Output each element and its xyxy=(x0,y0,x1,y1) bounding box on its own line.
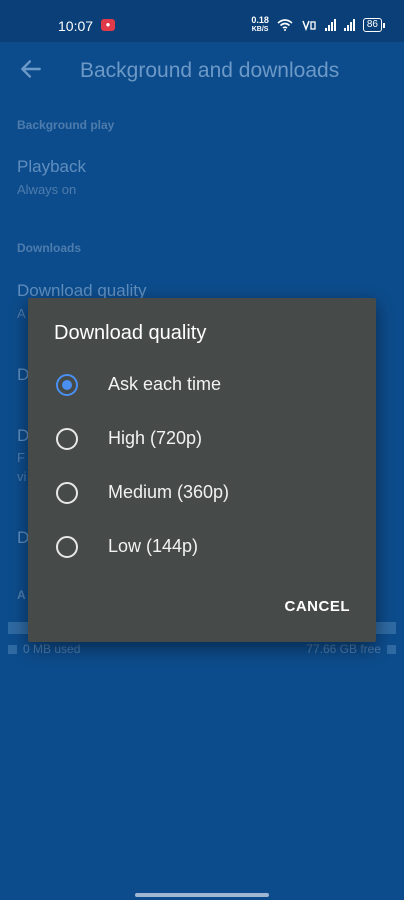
option-label: Medium (360p) xyxy=(108,482,230,502)
dialog-title: Download quality xyxy=(54,322,207,344)
option-medium-360p[interactable]: Medium (360p) xyxy=(28,466,376,520)
option-low-144p[interactable]: Low (144p) xyxy=(28,520,376,574)
cancel-button[interactable]: CANCEL xyxy=(285,598,351,615)
option-label: Ask each time xyxy=(108,374,222,394)
option-ask-each-time[interactable]: Ask each time xyxy=(28,358,376,412)
radio-unchecked-icon[interactable] xyxy=(56,482,78,504)
option-label: High (720p) xyxy=(108,428,203,448)
option-label: Low (144p) xyxy=(108,536,199,556)
download-quality-dialog: Download quality Ask each time High (720… xyxy=(28,298,376,642)
option-high-720p[interactable]: High (720p) xyxy=(28,412,376,466)
radio-checked-icon[interactable] xyxy=(56,374,78,396)
radio-unchecked-icon[interactable] xyxy=(56,428,78,450)
gesture-nav-handle[interactable] xyxy=(135,893,269,897)
radio-unchecked-icon[interactable] xyxy=(56,536,78,558)
